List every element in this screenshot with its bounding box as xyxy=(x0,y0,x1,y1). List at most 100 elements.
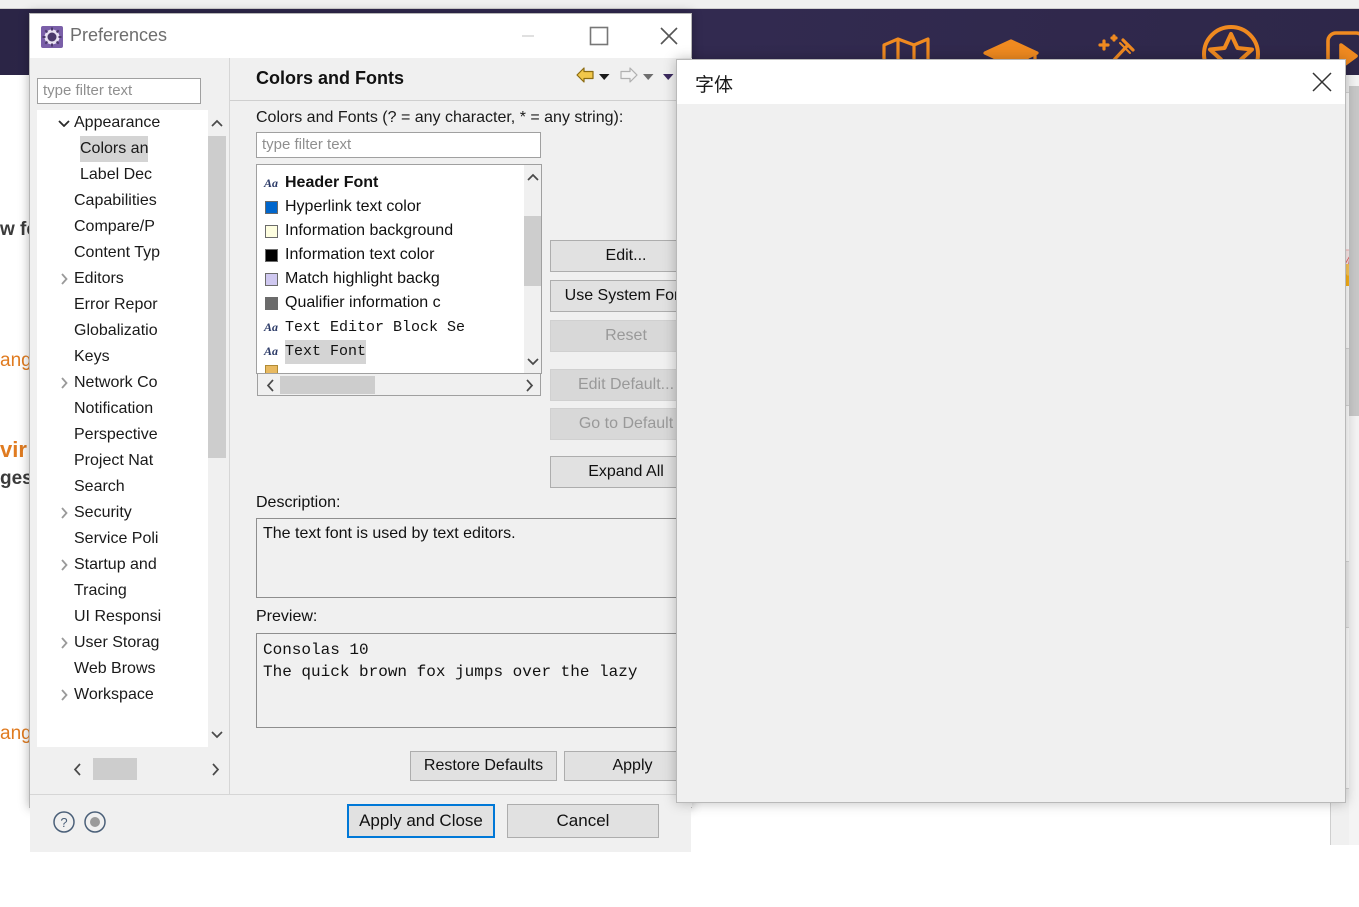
back-arrow-icon[interactable] xyxy=(575,66,595,89)
minimize-icon[interactable] xyxy=(505,14,551,58)
chevron-right-icon[interactable] xyxy=(55,266,73,292)
welcome-scrollbar-thumb[interactable] xyxy=(1349,86,1359,416)
sidebar-item-globalizatio[interactable]: Globalizatio xyxy=(37,318,219,344)
list-item-label: Text Editor Block Se xyxy=(285,319,466,336)
close-icon[interactable] xyxy=(1299,60,1345,104)
cancel-button[interactable]: Cancel xyxy=(507,804,659,838)
question-mark-icon[interactable]: ? xyxy=(52,810,76,839)
sidebar-item-compare-p[interactable]: Compare/P xyxy=(37,214,219,240)
sidebar-item-web-brows[interactable]: Web Brows xyxy=(37,656,219,682)
chevron-right-icon[interactable] xyxy=(55,500,73,526)
font-sample-icon: Aa xyxy=(264,320,279,334)
list-item[interactable]: Aa Text Font xyxy=(257,339,541,364)
forward-arrow-icon[interactable] xyxy=(619,66,639,89)
list-item[interactable]: Information background xyxy=(257,219,541,243)
list-item[interactable] xyxy=(257,363,541,373)
list-item[interactable]: Hyperlink text color xyxy=(257,195,541,219)
sidebar-item-editors[interactable]: Editors xyxy=(37,266,219,292)
window-top-strip xyxy=(0,0,1359,9)
color-swatch xyxy=(265,249,278,262)
sidebar-item-appearance[interactable]: Appearance xyxy=(37,110,219,136)
font-dialog-titlebar[interactable]: 字体 xyxy=(677,60,1345,104)
sidebar-item-label: Error Repor xyxy=(74,296,158,313)
list-item[interactable]: Aa Header Font xyxy=(257,171,541,195)
back-dropdown-icon[interactable] xyxy=(598,69,611,87)
chevron-up-icon[interactable] xyxy=(524,165,541,189)
sidebar-item-error-repor[interactable]: Error Repor xyxy=(37,292,219,318)
sidebar-item-startup-and[interactable]: Startup and xyxy=(37,552,219,578)
apply-and-close-button[interactable]: Apply and Close xyxy=(347,804,495,838)
sidebar-item-label-dec[interactable]: Label Dec xyxy=(37,162,219,188)
chevron-left-icon[interactable] xyxy=(259,375,281,395)
list-item-label: Match highlight backg xyxy=(285,270,440,287)
close-icon[interactable] xyxy=(646,14,692,58)
chevron-right-icon[interactable] xyxy=(55,370,73,396)
preferences-filter-input[interactable]: type filter text xyxy=(37,78,201,104)
sidebar-item-label: Project Nat xyxy=(74,452,154,469)
list-item[interactable]: Information text color xyxy=(257,243,541,267)
sidebar-item-label: Search xyxy=(74,478,125,495)
cf-scrollbar-thumb[interactable] xyxy=(524,216,541,286)
list-item-label: Hyperlink text color xyxy=(285,198,422,215)
sidebar-item-keys[interactable]: Keys xyxy=(37,344,219,370)
font-dialog-body xyxy=(677,104,1345,802)
list-item-label: Information text color xyxy=(285,246,435,263)
chevron-up-icon[interactable] xyxy=(208,110,226,136)
preferences-title: Preferences xyxy=(70,25,168,45)
colors-fonts-list[interactable]: Aa Header Font Hyperlink text color Informa… xyxy=(256,164,542,374)
sidebar-item-security[interactable]: Security xyxy=(37,500,219,526)
preview-label: Preview: xyxy=(256,608,318,625)
bg-fragment: ang xyxy=(0,723,32,744)
chevron-right-icon[interactable] xyxy=(204,758,226,780)
sidebar-item-label: Notification xyxy=(74,400,154,417)
chevron-right-icon[interactable] xyxy=(55,682,73,708)
tree-scrollbar-thumb[interactable] xyxy=(208,136,226,458)
preferences-body: type filter text Appearance Colors an Labe… xyxy=(30,58,702,852)
sidebar-item-colors-an[interactable]: Colors an xyxy=(37,136,219,162)
sidebar-item-content-typ[interactable]: Content Typ xyxy=(37,240,219,266)
chevron-down-icon[interactable] xyxy=(208,721,226,747)
colors-fonts-filter-input[interactable]: type filter text xyxy=(256,132,541,158)
sidebar-item-project-nat[interactable]: Project Nat xyxy=(37,448,219,474)
list-item-label: Header Font xyxy=(285,174,379,191)
forward-dropdown-icon[interactable] xyxy=(642,69,655,87)
restore-defaults-button[interactable]: Restore Defaults xyxy=(410,751,557,781)
sidebar-item-network-co[interactable]: Network Co xyxy=(37,370,219,396)
scope-circle-icon[interactable] xyxy=(83,810,107,839)
bg-fragment: ges xyxy=(0,468,33,489)
preferences-dialog: Preferences type filter text Appearance C… xyxy=(29,13,702,852)
chevron-left-icon[interactable] xyxy=(66,758,88,780)
view-menu-dropdown-icon[interactable] xyxy=(662,69,675,87)
preferences-tree[interactable]: Appearance Colors an Label Dec Capabilities… xyxy=(37,110,219,747)
list-item[interactable]: Qualifier information c xyxy=(257,291,541,315)
chevron-right-icon[interactable] xyxy=(55,630,73,656)
cf-hscrollbar-thumb[interactable] xyxy=(280,376,375,394)
maximize-icon[interactable] xyxy=(576,14,622,58)
sidebar-item-tracing[interactable]: Tracing xyxy=(37,578,219,604)
sidebar-item-notification[interactable]: Notification xyxy=(37,396,219,422)
sidebar-item-label: UI Responsi xyxy=(74,608,162,625)
preferences-content-pane: Colors and Fonts Colors and Fonts (? = a… xyxy=(229,58,702,807)
sidebar-item-ui-responsi[interactable]: UI Responsi xyxy=(37,604,219,630)
sidebar-item-label: Label Dec xyxy=(80,166,153,183)
preferences-titlebar[interactable]: Preferences xyxy=(30,14,691,58)
sidebar-item-service-poli[interactable]: Service Poli xyxy=(37,526,219,552)
sidebar-item-label: Globalizatio xyxy=(74,322,158,339)
sidebar-item-perspective[interactable]: Perspective xyxy=(37,422,219,448)
sidebar-item-user-storag[interactable]: User Storag xyxy=(37,630,219,656)
sidebar-item-label: Colors an xyxy=(80,136,149,162)
list-item[interactable]: Aa Text Editor Block Se xyxy=(257,315,541,339)
sidebar-item-label: Content Typ xyxy=(74,244,160,261)
sidebar-item-label: Perspective xyxy=(74,426,158,443)
chevron-down-icon[interactable] xyxy=(55,110,73,136)
sidebar-item-search[interactable]: Search xyxy=(37,474,219,500)
chevron-down-icon[interactable] xyxy=(524,349,541,373)
list-item-label: Text Font xyxy=(285,340,367,364)
sidebar-item-workspace[interactable]: Workspace xyxy=(37,682,219,708)
list-item[interactable]: Match highlight backg xyxy=(257,267,541,291)
tree-hscrollbar-thumb[interactable] xyxy=(93,758,137,780)
chevron-right-icon[interactable] xyxy=(518,375,540,395)
chevron-right-icon[interactable] xyxy=(55,552,73,578)
preview-line-1: Consolas 10 xyxy=(263,641,369,659)
sidebar-item-capabilities[interactable]: Capabilities xyxy=(37,188,219,214)
